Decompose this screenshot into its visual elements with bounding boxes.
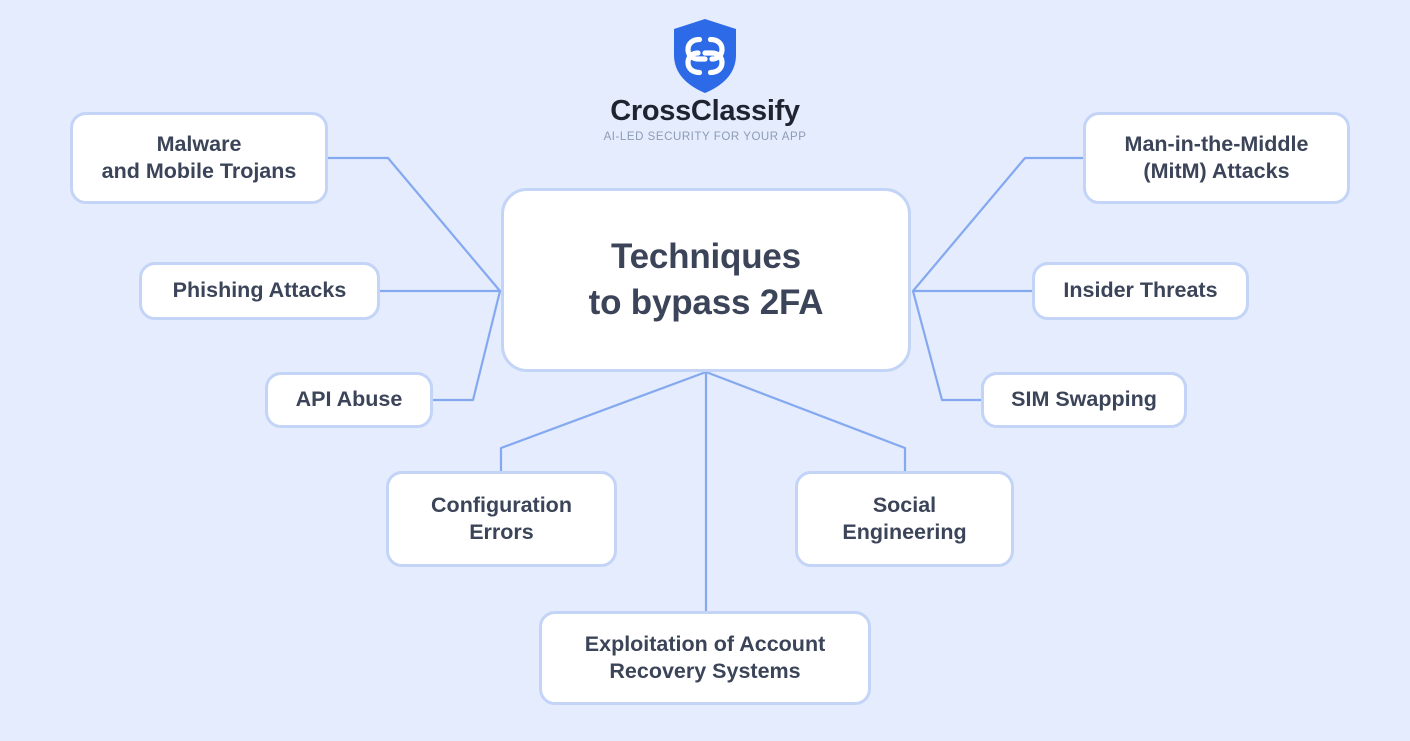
brand-name: CrossClassify: [610, 95, 800, 127]
connector-sim: [911, 289, 983, 402]
node-label: Configuration Errors: [431, 492, 572, 544]
center-node[interactable]: Techniques to bypass 2FA: [501, 188, 911, 372]
node-sim-swapping[interactable]: SIM Swapping: [981, 372, 1187, 428]
connector-social: [704, 370, 907, 473]
node-phishing-attacks[interactable]: Phishing Attacks: [139, 262, 380, 320]
shield-interlocked-links-icon: [674, 19, 736, 93]
node-social-engineering[interactable]: Social Engineering: [795, 471, 1014, 567]
node-api-abuse[interactable]: API Abuse: [265, 372, 433, 428]
node-label: Insider Threats: [1063, 278, 1218, 303]
connector-api: [431, 289, 502, 402]
node-label: API Abuse: [295, 387, 403, 412]
center-node-label: Techniques to bypass 2FA: [588, 236, 824, 322]
mindmap-canvas: CrossClassify AI-LED SECURITY FOR YOUR A…: [0, 0, 1410, 741]
node-label: Exploitation of Account Recovery Systems: [584, 631, 826, 683]
node-label: Phishing Attacks: [172, 278, 347, 303]
node-label: SIM Swapping: [1011, 387, 1157, 412]
node-configuration-errors[interactable]: Configuration Errors: [386, 471, 617, 567]
node-insider-threats[interactable]: Insider Threats: [1032, 262, 1249, 320]
connector-config: [499, 370, 708, 473]
node-label: Social Engineering: [842, 492, 967, 544]
brand-logo: CrossClassify AI-LED SECURITY FOR YOUR A…: [0, 18, 1410, 143]
node-exploitation-of-account-recovery-systems[interactable]: Exploitation of Account Recovery Systems: [539, 611, 871, 705]
brand-tagline: AI-LED SECURITY FOR YOUR APP: [603, 131, 807, 144]
